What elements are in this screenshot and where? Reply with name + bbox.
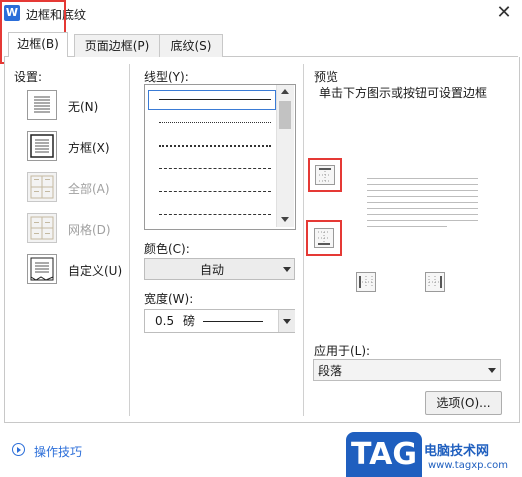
chevron-down-icon	[488, 368, 496, 373]
line-style-dash-dot-dot[interactable]	[159, 214, 271, 215]
tab-border[interactable]: 边框(B)	[8, 32, 68, 58]
tips-icon[interactable]	[12, 443, 25, 456]
preview-heading: 预览	[314, 70, 339, 84]
width-dropdown-button[interactable]	[278, 310, 295, 332]
tips-link[interactable]: 操作技巧	[34, 443, 82, 460]
color-select[interactable]: 自动	[144, 258, 295, 280]
line-style-heading: 线型(Y):	[144, 70, 189, 84]
border-top-button[interactable]	[315, 165, 335, 185]
border-custom-icon[interactable]	[27, 254, 57, 284]
settings-heading: 设置:	[14, 70, 43, 84]
line-style-list[interactable]	[144, 84, 296, 230]
width-select-value: 0.5	[155, 314, 175, 328]
border-right-button[interactable]	[425, 272, 445, 292]
options-button[interactable]: 选项(O)...	[425, 391, 502, 415]
line-style-dashed[interactable]	[159, 168, 271, 169]
width-select-unit: 磅	[183, 314, 196, 328]
apply-to-heading: 应用于(L):	[314, 344, 371, 358]
width-select[interactable]: 0.5 磅	[144, 309, 295, 333]
width-sample-line	[203, 321, 263, 322]
apply-to-value: 段落	[318, 364, 343, 378]
chevron-down-icon	[283, 267, 291, 272]
setting-grid-label: 网格(D)	[68, 223, 111, 237]
border-box-icon[interactable]	[27, 131, 57, 161]
border-grid-icon	[27, 213, 57, 243]
tab-shading[interactable]: 底纹(S)	[159, 34, 223, 57]
border-all-icon	[27, 172, 57, 202]
border-none-icon[interactable]	[27, 90, 57, 120]
apply-to-select[interactable]: 段落	[313, 359, 501, 381]
border-left-button[interactable]	[356, 272, 376, 292]
color-heading: 颜色(C):	[144, 242, 190, 256]
setting-none-label[interactable]: 无(N)	[68, 98, 98, 115]
column-divider	[129, 64, 130, 416]
line-style-dotted[interactable]	[159, 145, 271, 147]
setting-box-label[interactable]: 方框(X)	[68, 139, 110, 156]
tab-page-border[interactable]: 页面边框(P)	[74, 34, 160, 57]
watermark-site: 电脑技术网	[424, 444, 490, 459]
scroll-thumb[interactable]	[279, 101, 291, 129]
preview-page	[367, 178, 478, 234]
preview-hint: 单击下方图示或按钮可设置边框	[319, 86, 488, 100]
line-style-scrollbar[interactable]	[276, 85, 294, 227]
line-style-solid[interactable]	[159, 99, 271, 100]
setting-custom-label[interactable]: 自定义(U)	[68, 262, 122, 279]
line-style-dotted-fine[interactable]	[159, 122, 271, 123]
scroll-up-icon[interactable]	[281, 89, 289, 94]
width-heading: 宽度(W):	[144, 292, 194, 306]
color-select-value: 自动	[199, 263, 224, 277]
line-style-dash-dot[interactable]	[159, 191, 271, 192]
scroll-down-icon[interactable]	[281, 217, 289, 222]
border-bottom-button[interactable]	[314, 228, 334, 248]
chevron-down-icon	[283, 319, 291, 324]
close-button[interactable]: ✕	[494, 3, 514, 23]
column-divider	[303, 64, 304, 416]
watermark-logo: TAG	[346, 432, 422, 477]
setting-all-label: 全部(A)	[68, 182, 110, 196]
watermark-url: www.tagxp.com	[428, 460, 508, 471]
title-bar: W 边框和底纹 ✕	[0, 0, 522, 28]
line-style-selected[interactable]	[148, 90, 276, 110]
